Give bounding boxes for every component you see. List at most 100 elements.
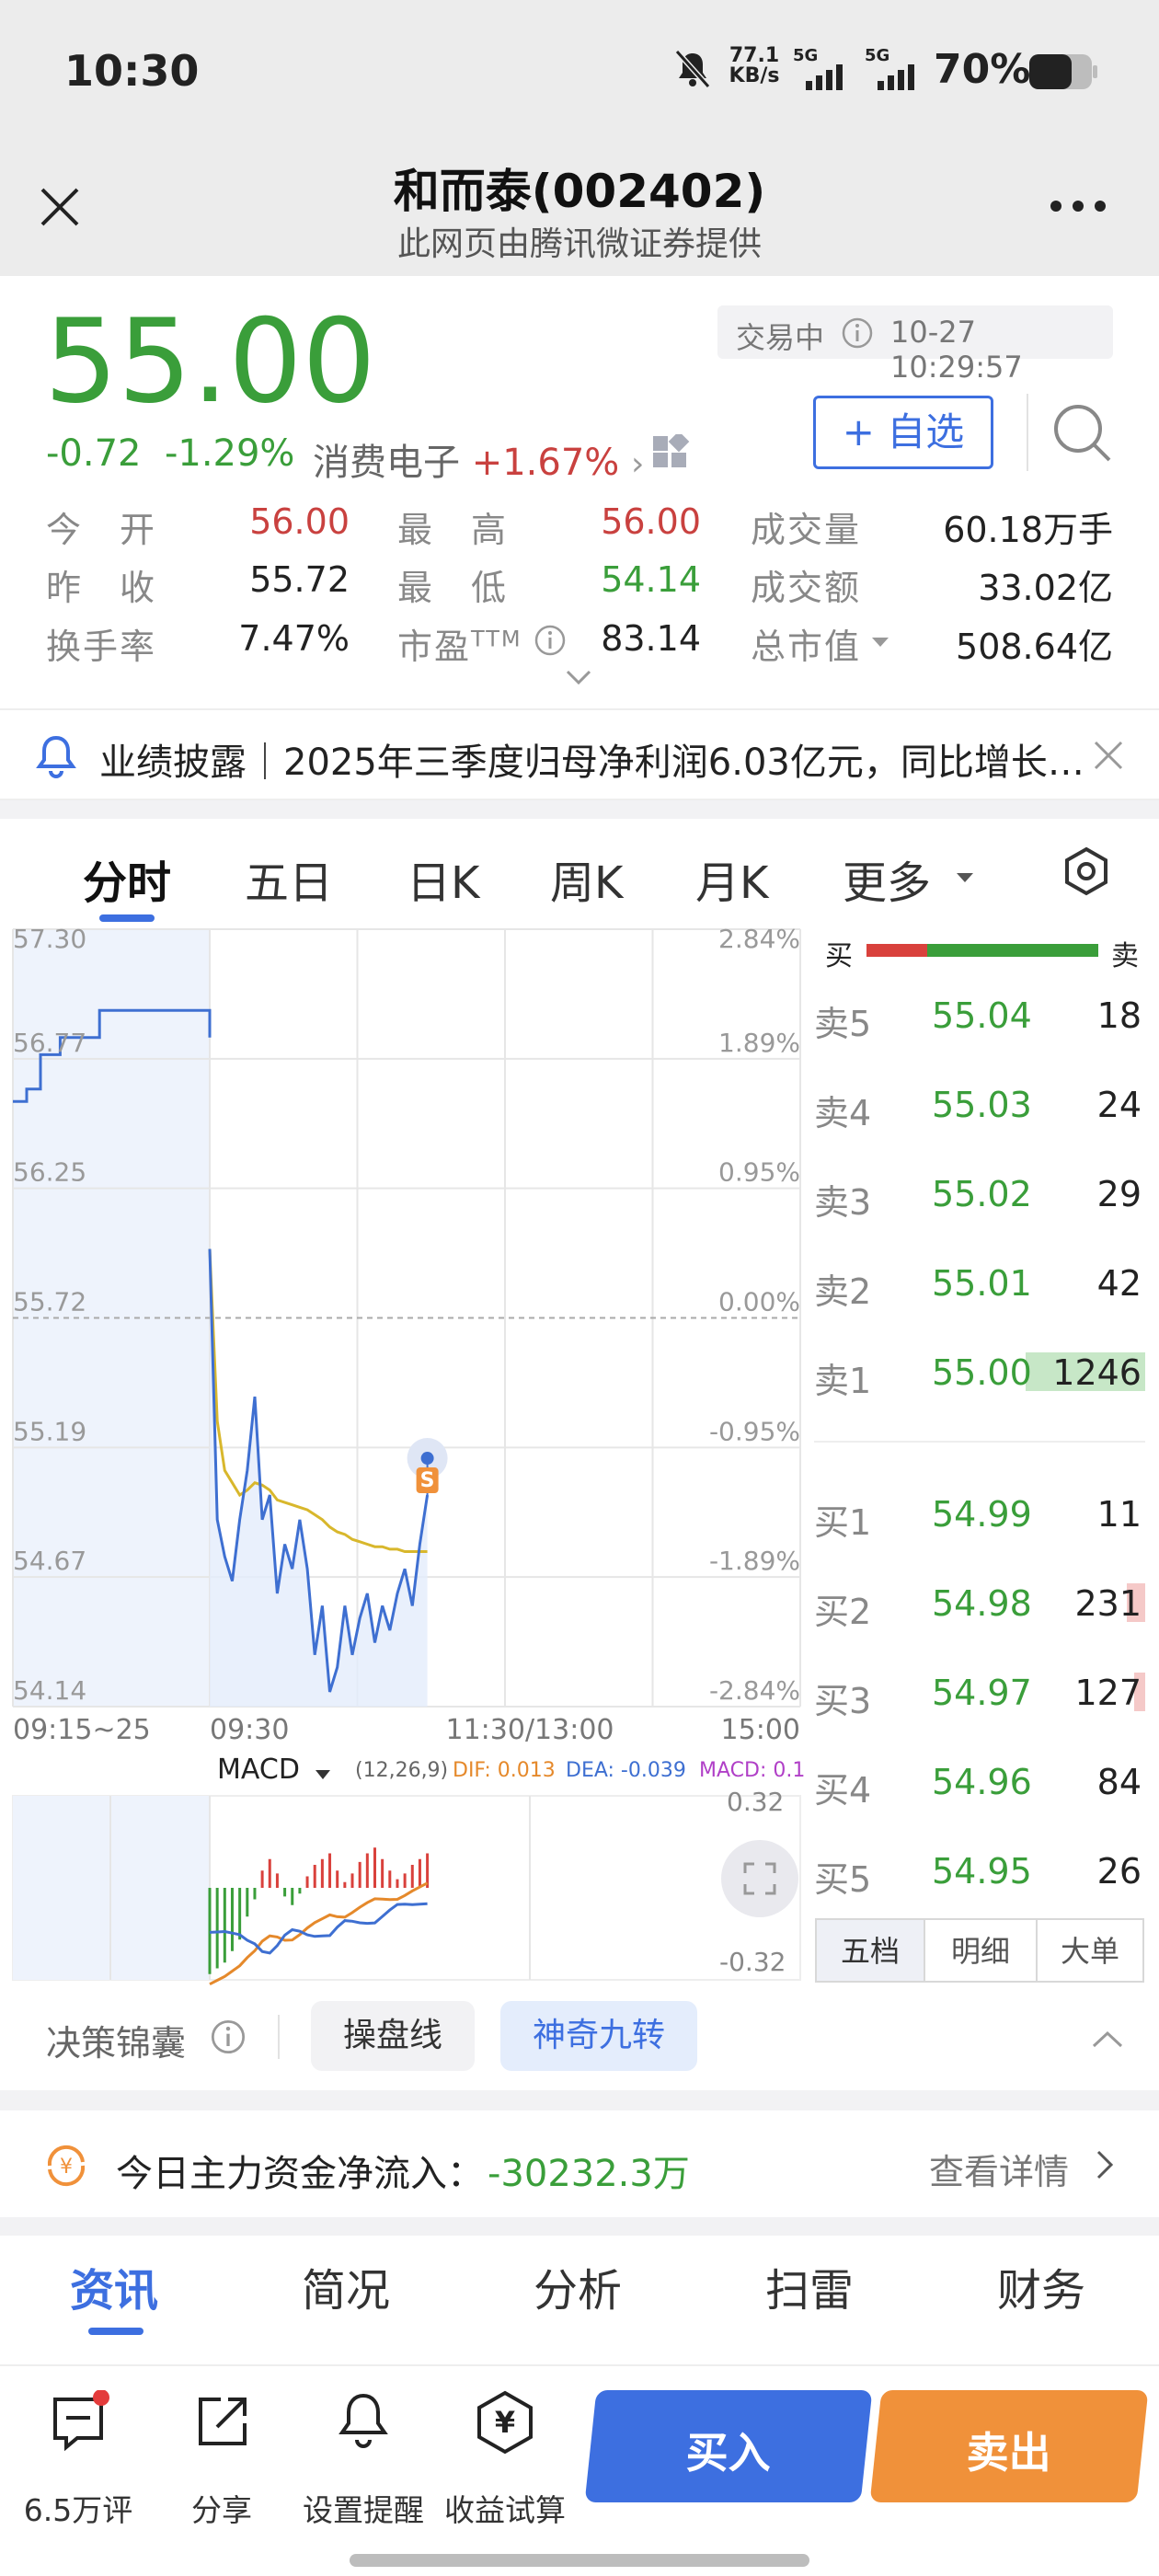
bid-label: 买5 bbox=[814, 1859, 872, 1900]
bid-row-2[interactable]: 买2 54.98 231 bbox=[814, 1563, 1145, 1646]
fullscreen-button[interactable] bbox=[721, 1840, 798, 1917]
order-book-divider bbox=[814, 1441, 1145, 1443]
stat-value-prev-close: 55.72 bbox=[249, 559, 350, 600]
decision-label: 决策锦囊 bbox=[46, 2023, 187, 2064]
ask-row-2[interactable]: 卖2 55.01 42 bbox=[814, 1243, 1145, 1326]
info-icon[interactable] bbox=[841, 316, 874, 353]
bid-volume: 127 bbox=[1074, 1673, 1142, 1713]
y-price-tick: 54.67 bbox=[13, 1546, 86, 1576]
trade-status-box: 交易中 10-27 10:29:57 bbox=[717, 305, 1113, 385]
battery-percent: 70% bbox=[934, 46, 1031, 93]
macd-y-bottom: -0.32 bbox=[719, 1947, 786, 1977]
separator bbox=[0, 800, 1159, 819]
net-speed-unit: KB/s bbox=[729, 64, 780, 87]
close-notice-icon[interactable] bbox=[1091, 738, 1126, 776]
tab-profile[interactable]: 简况 bbox=[302, 2254, 390, 2318]
macd-dif-line bbox=[209, 1881, 429, 1986]
tab-order-detail[interactable]: 明细 bbox=[924, 1918, 1038, 1983]
y-price-tick: 56.77 bbox=[13, 1028, 86, 1058]
y-price-tick: 56.25 bbox=[13, 1157, 86, 1188]
add-watchlist-button[interactable]: + 自选 bbox=[813, 396, 993, 469]
y-price-tick: 54.14 bbox=[13, 1675, 86, 1706]
comments-label: 6.5万评 bbox=[23, 2492, 133, 2528]
stat-value-turnover-rate: 7.47% bbox=[238, 618, 350, 659]
divider bbox=[278, 2015, 280, 2059]
tab-big-orders[interactable]: 大单 bbox=[1036, 1918, 1144, 1983]
macd-dea: DEA: -0.039 bbox=[566, 1759, 686, 1782]
sell-signal-label: S bbox=[420, 1469, 435, 1492]
stat-value-low: 54.14 bbox=[601, 559, 701, 600]
fund-flow-row[interactable]: ¥ 今日主力资金净流入： -30232.3万 查看详情 bbox=[0, 2110, 1159, 2217]
alert-label: 设置提醒 bbox=[303, 2492, 424, 2528]
macd-chart bbox=[12, 1795, 801, 1986]
bid-price: 54.99 bbox=[932, 1494, 1032, 1535]
separator bbox=[0, 2217, 1159, 2236]
collapse-chevron-icon[interactable] bbox=[1091, 2030, 1124, 2053]
svg-text:¥: ¥ bbox=[495, 2405, 515, 2440]
nine-turn-button[interactable]: 神奇九转 bbox=[500, 2001, 697, 2071]
price-change: -0.72 -1.29% bbox=[46, 432, 294, 475]
earnings-notice[interactable]: 业绩披露｜2025年三季度归母净利润6.03亿元，同比增长… bbox=[0, 708, 1159, 800]
stat-label-high: 最 高 bbox=[397, 510, 509, 550]
bid-row-3[interactable]: 买3 54.97 127 bbox=[814, 1652, 1145, 1735]
quote-timestamp: 10-27 10:29:57 bbox=[890, 315, 1023, 385]
buy-button[interactable]: 买入 bbox=[584, 2390, 873, 2502]
y-price-tick: 57.30 bbox=[13, 924, 86, 954]
macd-selector[interactable]: MACD bbox=[217, 1754, 300, 1786]
more-icon[interactable] bbox=[1049, 199, 1107, 217]
pe-label: 市盈 bbox=[397, 627, 472, 667]
ask-row-5[interactable]: 卖5 55.04 18 bbox=[814, 975, 1145, 1058]
y-pct-tick: 2.84% bbox=[718, 924, 800, 954]
bid-row-5[interactable]: 买5 54.95 26 bbox=[814, 1831, 1145, 1914]
tab-financials[interactable]: 财务 bbox=[997, 2254, 1085, 2318]
y-pct-tick: -0.95% bbox=[709, 1416, 800, 1446]
view-details-link[interactable]: 查看详情 bbox=[929, 2144, 1069, 2194]
stat-label-prev-close: 昨 收 bbox=[46, 568, 157, 608]
pe-info-icon[interactable] bbox=[534, 624, 567, 661]
macd-header: MACD (12,26,9) DIF: 0.013 DEA: -0.039 MA… bbox=[212, 1750, 809, 1796]
macd-dea-line bbox=[209, 1902, 428, 1955]
money-flow-icon: ¥ bbox=[40, 2140, 92, 2195]
y-pct-tick: 1.89% bbox=[718, 1028, 800, 1058]
bid-row-4[interactable]: 买4 54.96 84 bbox=[814, 1742, 1145, 1824]
bid-row-1[interactable]: 买1 54.99 11 bbox=[814, 1474, 1145, 1557]
tab-order-levels[interactable]: 五档 bbox=[815, 1918, 925, 1983]
nav-bar: 和而泰(002402) 此网页由腾讯微证券提供 bbox=[0, 138, 1159, 276]
bid-price: 54.98 bbox=[932, 1583, 1032, 1624]
trade-status: 交易中 bbox=[736, 320, 825, 355]
search-icon[interactable] bbox=[1050, 401, 1115, 469]
caret-down-icon bbox=[955, 870, 975, 888]
bid-volume: 231 bbox=[1074, 1583, 1142, 1624]
tab-risk-scan[interactable]: 扫雷 bbox=[765, 2254, 854, 2318]
stat-value-market-cap: 508.64亿 bbox=[956, 627, 1113, 667]
stat-label-open: 今 开 bbox=[46, 510, 157, 550]
tab-analysis[interactable]: 分析 bbox=[534, 2254, 622, 2318]
ask-row-1[interactable]: 卖1 55.00 1246 bbox=[814, 1332, 1145, 1415]
ask-row-3[interactable]: 卖3 55.02 29 bbox=[814, 1154, 1145, 1236]
ask-row-4[interactable]: 卖4 55.03 24 bbox=[814, 1064, 1145, 1147]
notice-text: 业绩披露｜2025年三季度归母净利润6.03亿元，同比增长… bbox=[99, 742, 1084, 784]
home-indicator bbox=[350, 2554, 809, 2567]
expand-chevron-icon[interactable] bbox=[565, 668, 592, 690]
comment-icon bbox=[53, 2390, 109, 2452]
settings-icon[interactable] bbox=[1061, 846, 1111, 900]
stat-label-market-cap: 总市值 bbox=[751, 627, 862, 667]
sell-button[interactable]: 卖出 bbox=[869, 2390, 1149, 2502]
battery-icon bbox=[1028, 53, 1098, 94]
sector-change: +1.67% bbox=[471, 442, 620, 484]
buy-label: 买入 bbox=[685, 2428, 771, 2478]
buy-ratio-label: 买 bbox=[825, 940, 853, 972]
y-price-tick: 55.72 bbox=[13, 1287, 86, 1317]
tab-more[interactable]: 更多 bbox=[843, 846, 931, 911]
decision-info-icon[interactable] bbox=[210, 2018, 247, 2059]
sector-grid-icon[interactable] bbox=[651, 431, 690, 477]
intraday-chart[interactable]: S 57.30 56.77 56.25 55.72 55.19 54.67 54.14 2.8… bbox=[0, 819, 809, 1987]
tab-news[interactable]: 资讯 bbox=[70, 2254, 158, 2318]
ask-price: 55.02 bbox=[932, 1174, 1032, 1214]
expand-icon bbox=[743, 1862, 776, 1895]
sector-link[interactable]: 消费电子 +1.67% › bbox=[313, 432, 644, 486]
trading-line-button[interactable]: 操盘线 bbox=[311, 2001, 475, 2071]
x-tick: 09:30 bbox=[210, 1714, 289, 1746]
bid-label: 买3 bbox=[814, 1681, 872, 1721]
ask-label: 卖3 bbox=[814, 1182, 872, 1223]
